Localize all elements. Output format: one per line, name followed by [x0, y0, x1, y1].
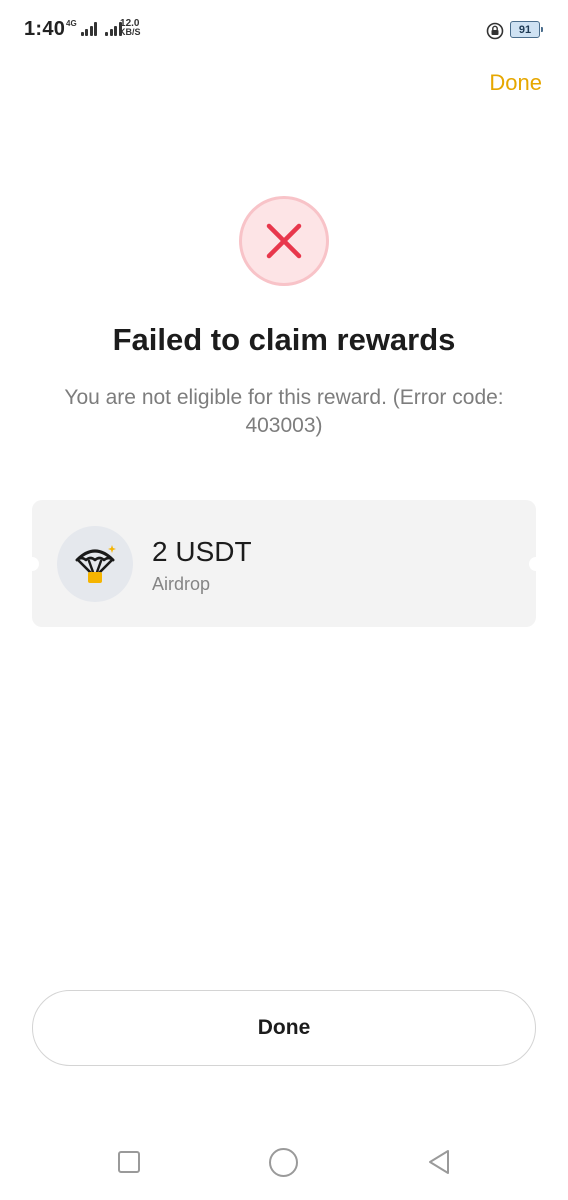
signal-icon	[80, 20, 98, 36]
card-notch	[529, 557, 543, 571]
network-indicator: 4G	[66, 20, 122, 36]
card-notch	[25, 557, 39, 571]
error-badge	[239, 196, 329, 286]
status-time: 1:40	[24, 18, 66, 40]
recent-apps-icon[interactable]	[118, 1151, 140, 1173]
network-type: 4G	[66, 19, 77, 28]
home-icon[interactable]	[269, 1148, 298, 1177]
status-bar: 1:40 4G 12.0 KB/S 91	[0, 0, 568, 62]
navigation-bar	[0, 1132, 568, 1192]
reward-card: 2 USDT Airdrop	[25, 500, 543, 627]
done-button[interactable]: Done	[32, 990, 536, 1066]
reward-amount: 2 USDT	[152, 536, 252, 567]
error-message: You are not eligible for this reward. (E…	[64, 386, 504, 437]
page-title: Failed to claim rewards	[112, 322, 456, 357]
back-icon[interactable]	[426, 1148, 452, 1176]
parachute-icon	[75, 545, 116, 583]
done-link[interactable]: Done	[489, 70, 542, 96]
screen: 1:40 4G 12.0 KB/S 91 Done Failed to clai…	[0, 0, 568, 1200]
close-icon	[266, 223, 302, 259]
network-speed: 12.0 KB/S	[119, 19, 141, 37]
reward-type: Airdrop	[152, 574, 211, 594]
speed-unit: KB/S	[119, 27, 141, 37]
rotation-lock-icon	[486, 22, 504, 40]
battery-icon: 91	[510, 21, 543, 38]
battery-level: 91	[518, 23, 532, 36]
reward-avatar	[57, 526, 133, 602]
